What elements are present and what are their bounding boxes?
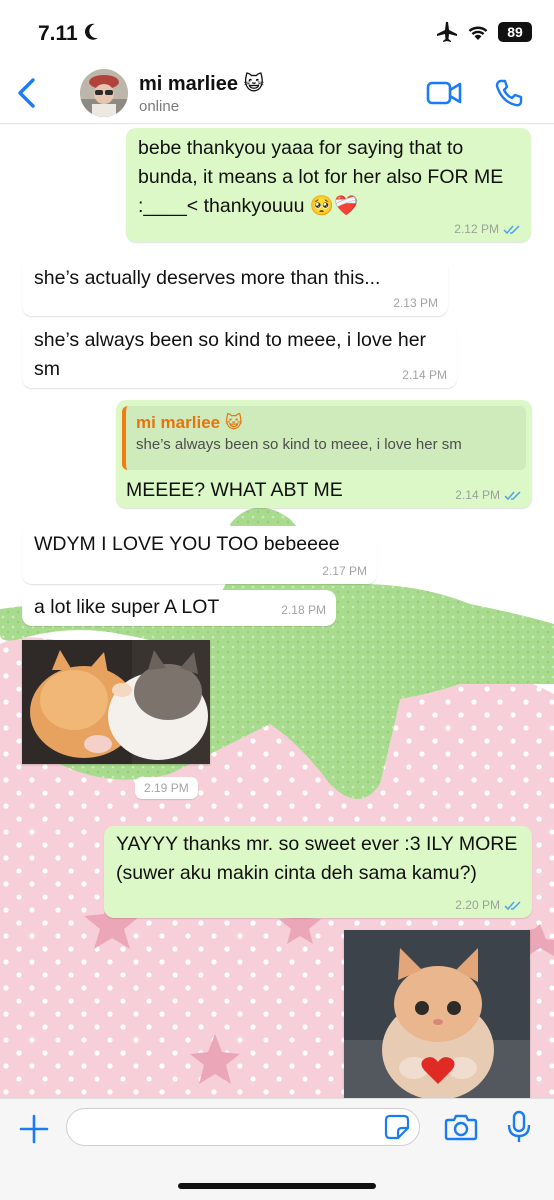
home-indicator-bar: [178, 1183, 376, 1189]
back-chevron-icon[interactable]: [14, 76, 40, 110]
chat-area[interactable]: bebe thankyou yaaa for saying that to bu…: [0, 124, 554, 1098]
status-time: 7.11: [38, 22, 78, 45]
message-time: 2.14 PM: [455, 488, 500, 502]
quoted-message[interactable]: mi marliee 😺 she’s always been so kind t…: [122, 406, 526, 470]
battery-indicator: 89: [498, 22, 532, 42]
message-incoming[interactable]: she’s always been so kind to meee, i lov…: [22, 322, 457, 388]
video-call-icon[interactable]: [426, 80, 462, 106]
image-message-kitten-heart[interactable]: [344, 930, 530, 1098]
message-text: WDYM I LOVE YOU TOO bebeeee: [34, 533, 340, 555]
message-outgoing[interactable]: bebe thankyou yaaa for saying that to bu…: [126, 128, 531, 242]
message-input-bar: [0, 1098, 554, 1200]
message-meta: 2.20 PM: [455, 898, 522, 912]
plus-icon[interactable]: [18, 1113, 50, 1145]
phone-icon[interactable]: [494, 78, 524, 108]
quoted-text: she’s always been so kind to meee, i lov…: [136, 436, 462, 453]
message-time: 2.18 PM: [281, 603, 326, 617]
message-incoming[interactable]: WDYM I LOVE YOU TOO bebeeee 2.17 PM: [22, 526, 377, 584]
message-meta: 2.12 PM: [454, 222, 521, 236]
message-text: a lot like super A LOT: [34, 596, 220, 618]
message-text: bebe thankyou yaaa for saying that to bu…: [138, 137, 504, 217]
message-outgoing-reply[interactable]: mi marliee 😺 she’s always been so kind t…: [116, 400, 532, 508]
contact-name[interactable]: mi marliee 😺: [139, 71, 264, 96]
airplane-icon: [437, 22, 457, 42]
message-outgoing[interactable]: YAYYY thanks mr. so sweet ever :3 ILY MO…: [104, 826, 532, 918]
message-incoming[interactable]: a lot like super A LOT 2.18 PM: [22, 590, 336, 626]
message-text: MEEEE? WHAT ABT ME: [126, 479, 343, 501]
message-meta: 2.14 PM: [402, 368, 447, 382]
contact-status: online: [139, 98, 180, 115]
quoted-sender: mi marliee 😺: [136, 413, 243, 432]
wifi-icon: [468, 25, 488, 40]
message-incoming[interactable]: she’s actually deserves more than this..…: [22, 258, 448, 316]
kitten-holding-heart-photo: [344, 930, 530, 1098]
read-ticks-icon: [504, 490, 521, 500]
avatar[interactable]: [80, 69, 128, 117]
message-time: 2.20 PM: [455, 898, 500, 912]
moon-icon: [85, 23, 98, 40]
message-time: 2.12 PM: [454, 222, 499, 236]
kissing-kittens-photo: [22, 640, 210, 764]
status-indicators: 89: [436, 22, 532, 42]
sticker-icon[interactable]: [384, 1114, 410, 1140]
message-meta: 2.17 PM: [322, 564, 367, 578]
message-time: 2.14 PM: [402, 368, 447, 382]
read-ticks-icon: [504, 900, 521, 910]
message-text: she’s always been so kind to meee, i lov…: [34, 329, 427, 380]
message-meta: 2.14 PM: [455, 488, 522, 502]
message-meta: 2.13 PM: [393, 296, 438, 310]
message-text: YAYYY thanks mr. so sweet ever :3 ILY MO…: [116, 833, 518, 884]
camera-icon[interactable]: [444, 1112, 478, 1142]
status-bar: 7.11 89: [0, 0, 554, 62]
message-time: 2.17 PM: [322, 564, 367, 578]
microphone-icon[interactable]: [506, 1110, 532, 1144]
image-message-kissing-kittens[interactable]: [22, 640, 210, 764]
message-meta: 2.18 PM: [281, 603, 326, 617]
message-time: 2.13 PM: [393, 296, 438, 310]
read-ticks-icon: [503, 224, 520, 234]
message-text: she’s actually deserves more than this..…: [34, 267, 381, 289]
image-time: 2.19 PM: [135, 777, 198, 799]
chat-header: mi marliee 😺 online: [0, 62, 554, 124]
message-input[interactable]: [66, 1108, 420, 1146]
avatar-image: [80, 69, 128, 117]
